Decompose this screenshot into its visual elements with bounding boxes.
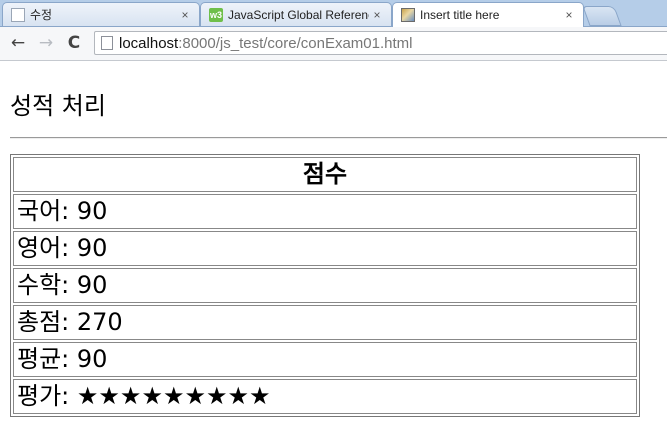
page-heading: 성적 처리: [10, 92, 106, 120]
page-icon: [101, 36, 113, 50]
table-cell: 평가: ★★★★★★★★★: [13, 379, 637, 414]
table-cell: 수학: 90: [13, 268, 637, 303]
close-tab-icon[interactable]: ×: [369, 8, 385, 22]
w3-site-icon: w3: [209, 7, 223, 22]
page-image-icon: [401, 8, 415, 22]
table-row: 영어: 90: [13, 231, 637, 266]
tab-title: Insert title here: [420, 8, 500, 22]
row-label: 영어:: [17, 234, 70, 262]
tab-title: 수정: [30, 8, 53, 22]
row-label: 총점:: [17, 308, 70, 336]
score-table: 점수 국어: 90 영어: 90 수학: 90 총점: 270 평균: 90 평…: [10, 154, 640, 417]
tab-strip: 수정 × w3 JavaScript Global Referenc × Ins…: [0, 0, 667, 27]
row-value: 90: [76, 197, 108, 225]
row-label: 수학:: [17, 271, 70, 299]
table-row: 평가: ★★★★★★★★★: [13, 379, 637, 414]
table-cell: 국어: 90: [13, 194, 637, 229]
reload-icon[interactable]: C: [64, 33, 84, 53]
row-value: 90: [76, 345, 108, 373]
forward-arrow-icon[interactable]: →: [36, 33, 56, 53]
row-value: 90: [76, 271, 108, 299]
url-path: :8000/js_test/core/conExam01.html: [178, 34, 413, 52]
tab-javascript-reference[interactable]: w3 JavaScript Global Referenc ×: [200, 2, 392, 26]
page-content: 성적 처리 점수 국어: 90 영어: 90 수학: 90 총점: 270 평균…: [0, 61, 667, 448]
row-label: 평균:: [17, 345, 70, 373]
close-tab-icon[interactable]: ×: [561, 8, 577, 22]
table-row: 총점: 270: [13, 305, 637, 340]
table-cell: 영어: 90: [13, 231, 637, 266]
rating-stars: ★★★★★★★★★: [76, 382, 271, 410]
tab-edit[interactable]: 수정 ×: [2, 2, 200, 26]
table-row: 국어: 90: [13, 194, 637, 229]
divider: [10, 137, 667, 139]
url-host: localhost: [119, 34, 179, 52]
url-text[interactable]: localhost:8000/js_test/core/conExam01.ht…: [119, 35, 413, 52]
back-arrow-icon[interactable]: ←: [8, 33, 28, 53]
table-cell: 평균: 90: [13, 342, 637, 377]
row-label: 평가:: [17, 382, 70, 410]
new-tab-button[interactable]: [582, 6, 622, 26]
table-row: 수학: 90: [13, 268, 637, 303]
tab-title: JavaScript Global Referenc: [228, 7, 369, 22]
table-cell: 총점: 270: [13, 305, 637, 340]
close-tab-icon[interactable]: ×: [177, 8, 193, 22]
row-value: 270: [76, 308, 123, 336]
tab-insert-title[interactable]: Insert title here ×: [392, 2, 584, 27]
document-icon: [11, 7, 25, 22]
row-label: 국어:: [17, 197, 70, 225]
table-header-row: 점수: [13, 157, 637, 192]
table-row: 평균: 90: [13, 342, 637, 377]
navigation-toolbar: ← → C localhost:8000/js_test/core/conExa…: [0, 27, 667, 61]
row-value: 90: [76, 234, 108, 262]
table-header: 점수: [13, 157, 637, 192]
address-bar[interactable]: localhost:8000/js_test/core/conExam01.ht…: [94, 31, 667, 55]
